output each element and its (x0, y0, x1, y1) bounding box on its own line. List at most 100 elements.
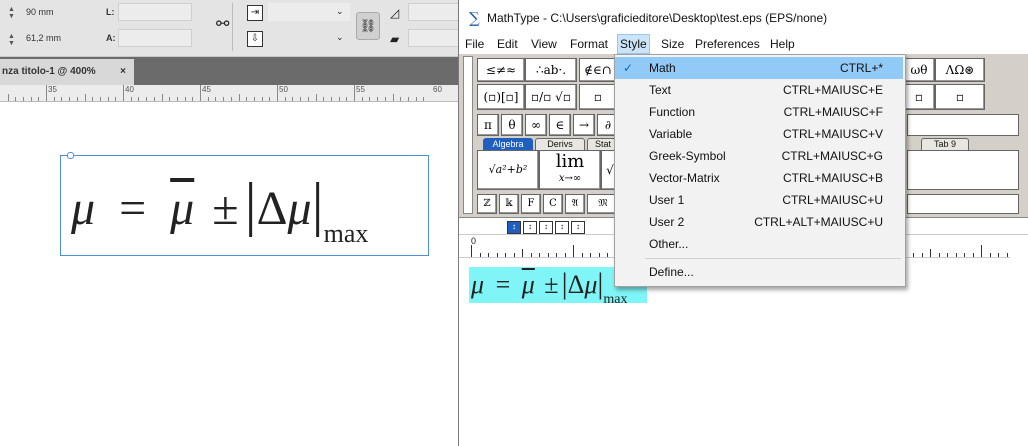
theta-button[interactable]: θ (501, 114, 523, 136)
spaces-button[interactable]: ∴ab·. (525, 58, 577, 82)
ruler-tick (496, 253, 498, 257)
boxes-button[interactable]: ▫ (935, 84, 985, 110)
style-item-vector-matrix[interactable]: Vector-Matrix CTRL+MAIUSC+B (615, 167, 903, 189)
ruler-tick (261, 97, 263, 101)
palette-scroll-strip[interactable] (463, 56, 473, 214)
style-item-greek-symbol[interactable]: Greek-Symbol CTRL+MAIUSC+G (615, 145, 903, 167)
ruler-tick (921, 253, 923, 257)
link-handle-icon[interactable] (67, 152, 74, 159)
menu-preferences[interactable]: Preferences (693, 34, 762, 54)
pi-button[interactable]: π (477, 114, 499, 136)
ruler-tick (7, 94, 9, 101)
small-toolbar-button[interactable]: ↕ (507, 221, 521, 234)
style-item-label: Vector-Matrix (649, 171, 720, 185)
greek-upper-button[interactable]: ΛΩ⊛ (935, 58, 985, 82)
shear-input[interactable] (408, 29, 460, 47)
style-item-define[interactable]: Define... (615, 261, 903, 283)
stepper-icon[interactable]: ▲ ▼ (8, 33, 15, 47)
menu-view[interactable]: View (529, 34, 559, 54)
fraktur-a-button[interactable]: 𝔄 (565, 194, 585, 214)
ruler-tick (530, 253, 532, 257)
mathtype-logo-icon: ∑ (469, 9, 480, 27)
element-of-button[interactable]: ∈ (549, 114, 571, 136)
small-toolbar-button[interactable]: ↕ (523, 221, 537, 234)
ruler-tick (200, 85, 201, 101)
menu-size[interactable]: Size (659, 34, 686, 54)
ruler-tick (15, 97, 17, 101)
menu-format[interactable]: Format (568, 34, 610, 54)
ruler-tick (76, 97, 78, 101)
menu-edit[interactable]: Edit (495, 34, 520, 54)
style-item-other[interactable]: Other... (615, 233, 903, 255)
blackboard-k-button[interactable]: 𝕜 (499, 194, 519, 214)
row5-empty-slot[interactable] (907, 194, 1019, 214)
style-item-shortcut: CTRL+MAIUSC+B (782, 171, 883, 185)
ruler-tick (315, 94, 317, 101)
small-bar-empty[interactable] (907, 114, 1019, 136)
style-item-text[interactable]: Text CTRL+MAIUSC+E (615, 79, 903, 101)
menu-help[interactable]: Help (768, 34, 797, 54)
style-item-variable[interactable]: Variable CTRL+MAIUSC+V (615, 123, 903, 145)
ruler-tick (169, 97, 171, 101)
ruler-tick (479, 253, 481, 257)
small-toolbar-button[interactable]: ↕ (539, 221, 553, 234)
c-button[interactable]: C (543, 194, 563, 214)
style-item-math[interactable]: ✓ Math CTRL+* (615, 57, 903, 79)
ruler-label: 55 (356, 85, 365, 94)
height-input[interactable] (118, 29, 192, 47)
f-button[interactable]: F (521, 194, 541, 214)
height-field[interactable]: 61,2 mm (26, 29, 86, 47)
ruler-tick (215, 97, 217, 101)
ruler-tick (581, 253, 583, 257)
angle-input[interactable] (408, 3, 460, 21)
ruler-tick (223, 97, 225, 101)
template-limit[interactable]: lim x→∞ (539, 150, 601, 190)
constrain-proportions-icon[interactable]: ⚯ (216, 14, 229, 34)
fractions-radicals-button[interactable]: ▫/▫ √▫ (525, 84, 577, 110)
scripts-button[interactable]: ▫ (579, 84, 617, 110)
greek-lower-button[interactable]: ωθ (903, 58, 935, 82)
menu-style[interactable]: Style (617, 34, 650, 54)
align-icon[interactable]: ⇥ (247, 5, 263, 21)
equation-frame[interactable]: μ = μ ± |Δμ|max (60, 152, 429, 256)
link-icon[interactable]: ⛓ (356, 12, 380, 40)
align-icon[interactable]: ⇩ (247, 31, 263, 47)
width-field[interactable]: 90 mm (26, 3, 86, 21)
style-item-label: Other... (649, 237, 689, 251)
small-toolbar-button[interactable]: ↕ (555, 221, 569, 234)
eq-subscript: max (323, 219, 369, 248)
chevron-down-icon[interactable]: ⌄ (336, 32, 344, 43)
width-input[interactable] (118, 3, 192, 21)
ruler-tick (153, 97, 155, 101)
matrices-button[interactable]: ▫ (903, 84, 935, 110)
ruler-tick (346, 97, 348, 101)
blackboard-z-button[interactable]: ℤ (477, 194, 497, 214)
relations-button[interactable]: ≤≠≈ (477, 58, 525, 82)
ruler-tick (138, 97, 140, 101)
style-item-user-1[interactable]: User 1 CTRL+MAIUSC+U (615, 189, 903, 211)
close-icon[interactable]: × (120, 59, 126, 85)
ruler-tick (323, 97, 325, 101)
style-item-function[interactable]: Function CTRL+MAIUSC+F (615, 101, 903, 123)
ruler-tick (92, 97, 94, 101)
document-tab[interactable]: nza titolo-1 @ 400% × (0, 59, 134, 85)
chevron-down-icon[interactable]: ⌄ (336, 6, 344, 17)
mathtype-equation-graphic: μ = μ ± |Δμ|max (471, 267, 628, 317)
infinity-button[interactable]: ∞ (525, 114, 547, 136)
style-item-shortcut: CTRL+* (839, 61, 883, 75)
style-item-label: Variable (649, 127, 693, 141)
mt-eq-subscript: max (603, 292, 628, 307)
ruler-tick (1006, 253, 1008, 257)
template-empty-slot[interactable] (907, 150, 1019, 190)
arrow-button[interactable]: → (573, 114, 595, 136)
ruler-tick (938, 253, 940, 257)
style-item-user-2[interactable]: User 2 CTRL+ALT+MAIUSC+U (615, 211, 903, 233)
stepper-icon[interactable]: ▲ ▼ (8, 6, 15, 20)
template-sqrt-sum[interactable]: √a²+b² (477, 150, 539, 190)
sets-button[interactable]: ∉∈∩ (579, 58, 617, 82)
menu-file[interactable]: File (463, 34, 486, 54)
small-toolbar-button[interactable]: ↕ (571, 221, 585, 234)
fences-button[interactable]: (▫)[▫] (477, 84, 525, 110)
vertical-scrollbar[interactable] (1010, 256, 1028, 446)
ruler-tick (253, 97, 255, 101)
